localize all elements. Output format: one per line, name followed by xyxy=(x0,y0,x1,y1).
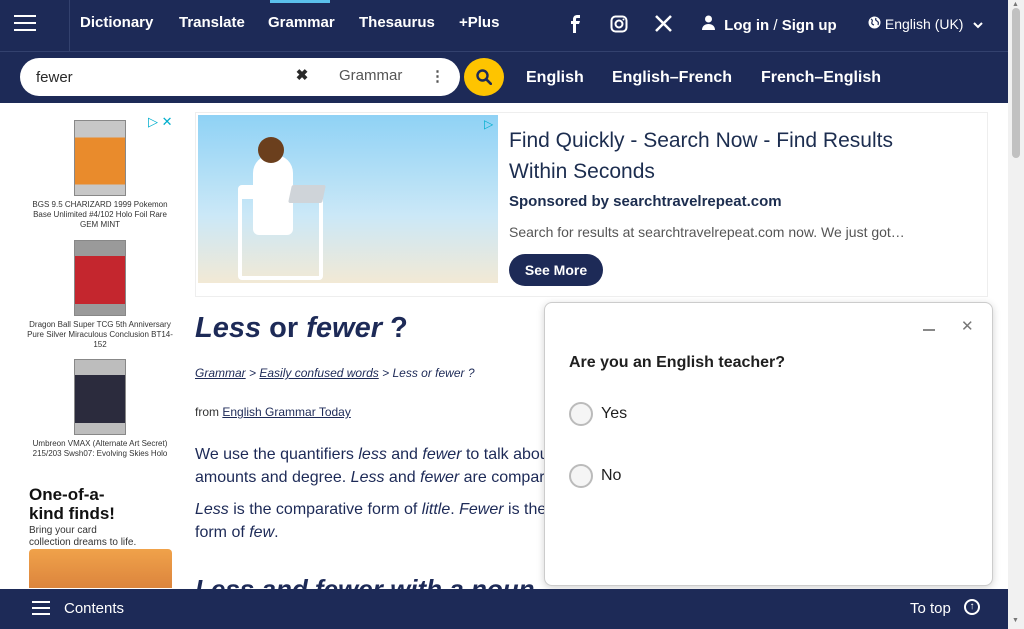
see-more-button[interactable]: See More xyxy=(509,254,603,286)
banner-ad: ▷ Find Quickly - Search Now - Find Resul… xyxy=(195,112,988,297)
breadcrumb-separator: > xyxy=(249,366,257,380)
survey-option-yes[interactable]: Yes xyxy=(569,402,719,430)
login-separator: / xyxy=(773,17,778,34)
tab-english[interactable]: English xyxy=(526,69,584,87)
card-image xyxy=(74,120,126,196)
menu-button[interactable] xyxy=(0,0,70,52)
search-bar: ✖ Grammar ⋮ English English–French Frenc… xyxy=(0,52,1024,103)
nav-dictionary[interactable]: Dictionary xyxy=(80,14,153,31)
survey-question: Are you an English teacher? xyxy=(569,354,786,371)
breadcrumb-grammar[interactable]: Grammar xyxy=(195,366,246,380)
promo-image xyxy=(29,549,172,588)
nav-translate[interactable]: Translate xyxy=(179,14,245,31)
breadcrumb-current: Less or fewer ? xyxy=(392,366,475,380)
facebook-icon[interactable] xyxy=(568,15,582,38)
close-icon[interactable]: ✕ xyxy=(961,317,974,335)
title-word-fewer: fewer xyxy=(306,312,382,344)
promo-title: One-of-a-kind finds! xyxy=(29,485,115,523)
minimize-icon[interactable] xyxy=(923,319,935,331)
tab-english-french[interactable]: English–French xyxy=(612,69,732,87)
ad-title[interactable]: Find Quickly - Search Now - Find Results… xyxy=(509,125,929,187)
adchoices-icon[interactable]: ▷ xyxy=(484,117,493,131)
source-link[interactable]: English Grammar Today xyxy=(222,405,351,419)
search-box: ✖ Grammar ⋮ xyxy=(20,58,460,96)
ad-card-item[interactable]: BGS 9.5 CHARIZARD 1999 Pokemon Base Unli… xyxy=(24,120,176,230)
ad-sponsor[interactable]: Sponsored by searchtravelrepeat.com xyxy=(509,193,782,210)
scroll-up-icon[interactable]: ▲ xyxy=(1012,1,1019,8)
page-title: Less or fewer ? xyxy=(195,312,408,345)
search-button[interactable] xyxy=(464,58,504,96)
to-top-button[interactable]: To top xyxy=(910,600,951,617)
title-or: or xyxy=(269,312,299,344)
scroll-thumb[interactable] xyxy=(1012,8,1020,158)
instagram-icon[interactable] xyxy=(610,15,628,38)
contents-button[interactable]: Contents xyxy=(64,600,124,617)
survey-popup: ✕ Are you an English teacher? Yes No xyxy=(544,302,993,586)
title-question-mark: ? xyxy=(390,312,408,344)
language-label: English (UK) xyxy=(884,16,964,32)
signup-link[interactable]: Sign up xyxy=(782,17,837,34)
card-caption: Umbreon VMAX (Alternate Art Secret) 215/… xyxy=(32,439,168,458)
globe-icon xyxy=(868,16,885,32)
ad-card-item[interactable]: Umbreon VMAX (Alternate Art Secret) 215/… xyxy=(24,359,176,459)
left-ad[interactable]: ▷ ✕ BGS 9.5 CHARIZARD 1999 Pokemon Base … xyxy=(20,112,180,588)
radio-no[interactable] xyxy=(569,464,593,488)
dictionary-select[interactable]: Grammar xyxy=(339,67,402,84)
scrollbar[interactable]: ▲ ▼ xyxy=(1008,0,1024,629)
paragraph-comparative: Less is the comparative form of little. … xyxy=(195,501,547,541)
ad-card-item[interactable]: Dragon Ball Super TCG 5th Anniversary Pu… xyxy=(24,240,176,350)
breadcrumb-confused-words[interactable]: Easily confused words xyxy=(259,366,378,380)
nav-thesaurus[interactable]: Thesaurus xyxy=(359,14,435,31)
ad-image[interactable] xyxy=(198,115,498,283)
nav-grammar[interactable]: Grammar xyxy=(268,14,335,31)
source-line: from English Grammar Today xyxy=(195,405,351,419)
tab-french-english[interactable]: French–English xyxy=(761,69,881,87)
nav-active-indicator xyxy=(270,0,330,3)
radio-yes[interactable] xyxy=(569,402,593,426)
more-options-icon[interactable]: ⋮ xyxy=(430,67,445,85)
breadcrumb-separator: > xyxy=(382,366,390,380)
search-input[interactable] xyxy=(36,66,291,88)
card-caption: BGS 9.5 CHARIZARD 1999 Pokemon Base Unli… xyxy=(32,200,168,229)
login-link[interactable]: Log in xyxy=(724,17,769,34)
clear-icon[interactable]: ✖ xyxy=(294,68,310,84)
footer-bar: Contents To top ↑ xyxy=(0,589,1008,629)
card-caption: Dragon Ball Super TCG 5th Anniversary Pu… xyxy=(27,320,173,349)
contents-menu-icon[interactable] xyxy=(32,601,50,615)
survey-label-no: No xyxy=(601,467,622,484)
chevron-down-icon xyxy=(973,16,984,32)
login-area: Log in / Sign up xyxy=(702,15,837,34)
survey-option-no[interactable]: No xyxy=(569,464,719,492)
arrow-up-icon[interactable]: ↑ xyxy=(964,599,980,615)
top-navbar: Dictionary Translate Grammar Thesaurus +… xyxy=(0,0,1024,52)
hamburger-icon xyxy=(14,15,36,31)
ad-description[interactable]: Search for results at searchtravelrepeat… xyxy=(509,224,929,240)
search-icon xyxy=(476,69,493,90)
breadcrumb: Grammar > Easily confused words > Less o… xyxy=(195,366,475,380)
card-image xyxy=(74,359,126,435)
scroll-down-icon[interactable]: ▼ xyxy=(1012,617,1019,624)
source-label: from xyxy=(195,405,219,419)
paragraph-quantifiers: We use the quantifiers less and fewer to… xyxy=(195,446,549,486)
title-word-less: Less xyxy=(195,312,262,344)
survey-label-yes: Yes xyxy=(601,405,628,422)
user-icon xyxy=(702,15,719,34)
language-selector[interactable]: English (UK) xyxy=(868,16,984,32)
card-image xyxy=(74,240,126,316)
nav-plus[interactable]: +Plus xyxy=(459,14,499,31)
promo-subtitle: Bring your card collection dreams to lif… xyxy=(29,525,137,548)
x-icon[interactable] xyxy=(655,15,672,37)
